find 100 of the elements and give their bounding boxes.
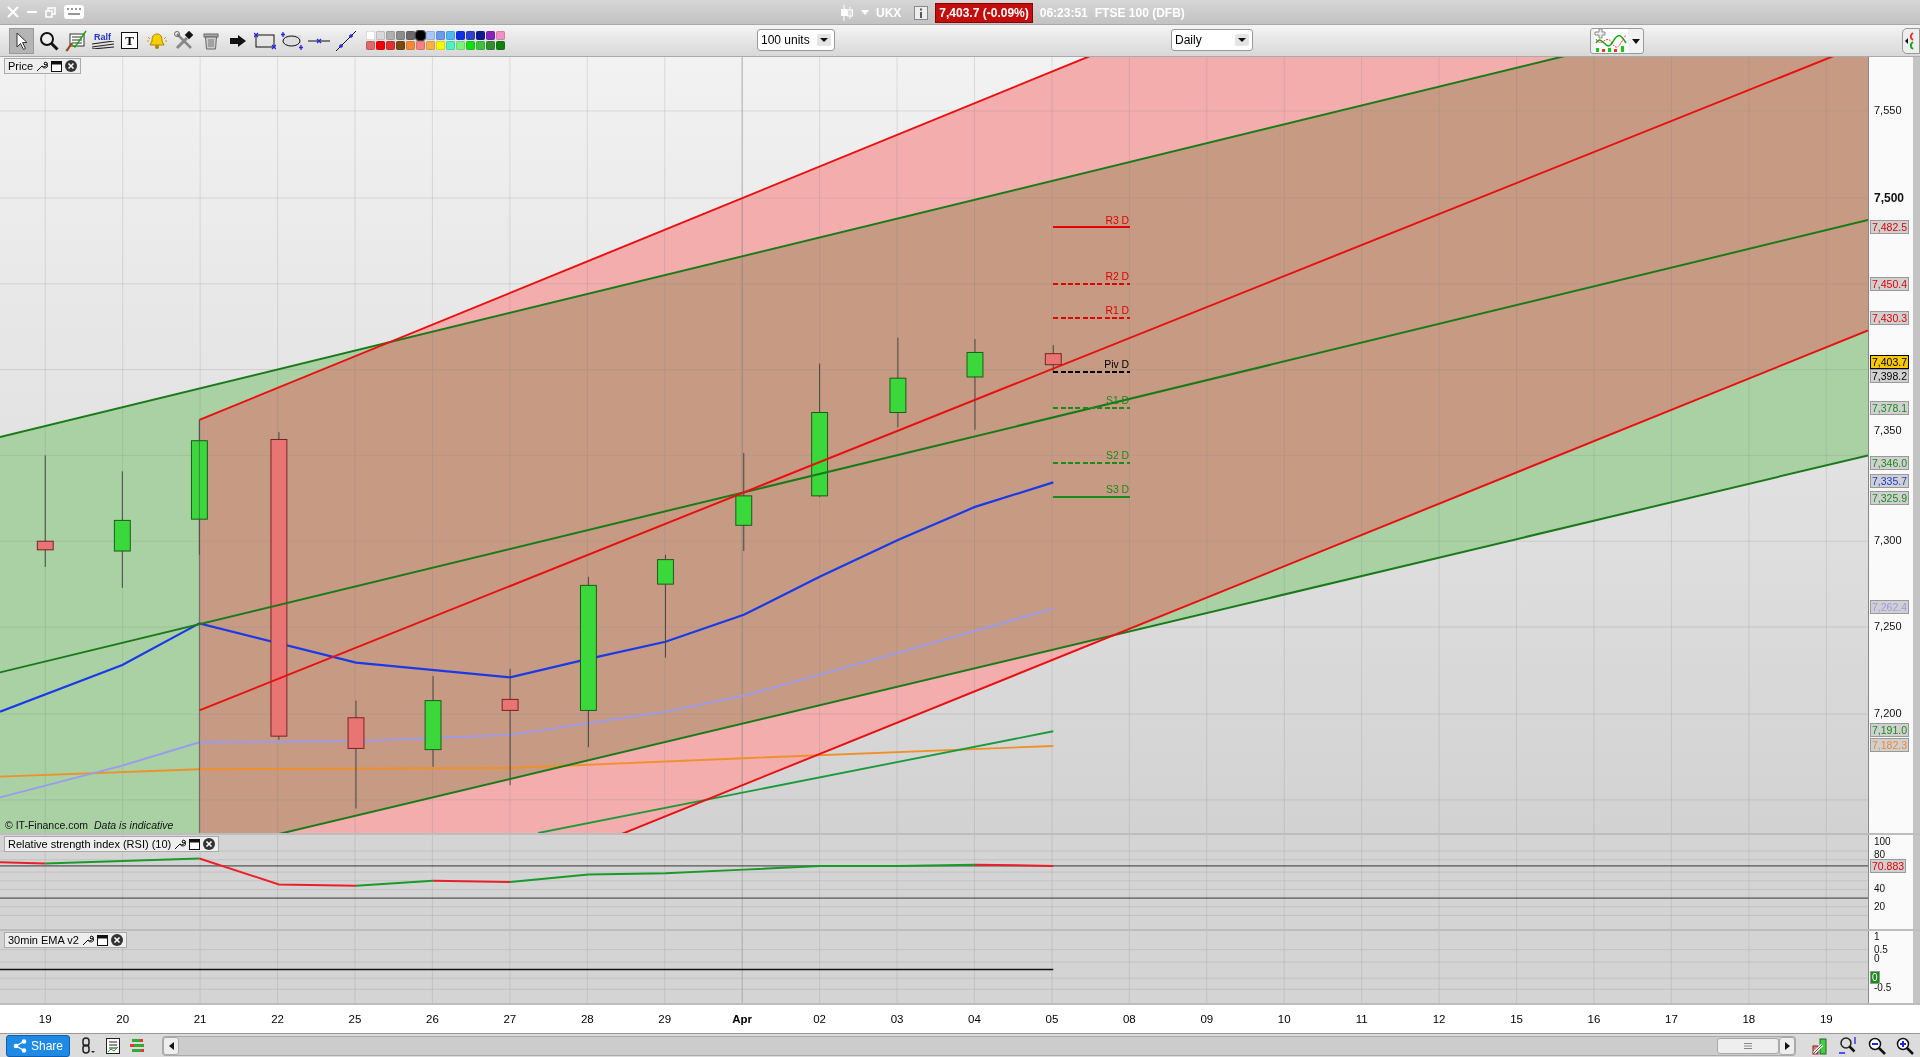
color-swatch[interactable] (426, 31, 435, 40)
price-tag: 7,346.0 (1870, 455, 1910, 470)
tools-icon (173, 30, 194, 51)
wrench-icon[interactable] (81, 934, 94, 946)
close-icon[interactable] (65, 60, 78, 72)
price-tag: 7,482.5 (1870, 220, 1910, 235)
pointer-tool-button[interactable] (9, 27, 34, 54)
caret-icon (1235, 34, 1249, 46)
candle-settings-icon[interactable] (1812, 1035, 1828, 1056)
right-arrow-icon (1784, 1041, 1790, 1050)
window-icon[interactable] (96, 934, 108, 946)
color-swatch[interactable] (396, 41, 405, 50)
date-label: 16 (1587, 1013, 1601, 1025)
window-icon[interactable] (51, 60, 63, 72)
scrollbar[interactable] (162, 1035, 1796, 1056)
window-icon[interactable] (189, 838, 201, 850)
color-swatch[interactable] (416, 41, 425, 50)
color-swatch[interactable] (476, 41, 485, 50)
color-swatch[interactable] (486, 31, 495, 40)
bars-icon[interactable] (130, 1037, 147, 1054)
grip-icon (1744, 1042, 1752, 1049)
date-label: 15 (1510, 1013, 1523, 1025)
date-label: 08 (1122, 1013, 1136, 1025)
scroll-right-button[interactable] (1779, 1036, 1795, 1055)
date-label: 12 (1432, 1013, 1446, 1025)
side-panel-button[interactable] (1902, 28, 1920, 54)
wrench-icon[interactable] (36, 60, 49, 72)
date-label: 18 (1742, 1013, 1756, 1025)
color-swatch[interactable] (436, 41, 445, 50)
share-button[interactable]: Share (6, 1034, 71, 1057)
close-icon[interactable] (203, 838, 216, 850)
price-tick-label: 7,350 (1874, 423, 1902, 436)
color-swatch[interactable] (406, 41, 415, 50)
parallel-lines-icon (91, 40, 114, 49)
color-swatch[interactable] (426, 41, 435, 50)
link-icon[interactable] (80, 1036, 97, 1055)
zoom-in-icon[interactable] (1896, 1036, 1914, 1055)
price-tick-label: 7,550 (1874, 103, 1902, 116)
ema-tick-label: 0 (1874, 953, 1880, 965)
text-tool-button[interactable]: T (117, 27, 142, 54)
close-icon[interactable] (110, 934, 123, 946)
trash-icon (202, 31, 219, 50)
fibonacci-tool-button[interactable]: Ralf (90, 27, 115, 54)
color-swatch[interactable] (416, 31, 425, 40)
caret-icon (1632, 38, 1640, 44)
color-swatch[interactable] (376, 41, 385, 50)
price-tag: 7,430.3 (1870, 311, 1910, 326)
color-swatch[interactable] (496, 41, 505, 50)
color-swatch[interactable] (466, 31, 475, 40)
info-icon[interactable] (914, 5, 929, 20)
pointer-icon (15, 31, 28, 50)
indicators-button[interactable] (1590, 28, 1644, 54)
color-swatch[interactable] (406, 31, 415, 40)
interval-dropdown[interactable]: Daily (1171, 29, 1253, 51)
ema-tick-label: 1 (1874, 931, 1880, 943)
color-swatch[interactable] (446, 31, 455, 40)
ema-tick-label: -0.5 (1874, 982, 1892, 994)
color-swatch[interactable] (456, 41, 465, 50)
color-swatch[interactable] (376, 31, 385, 40)
color-swatch[interactable] (366, 41, 375, 50)
date-label: 04 (968, 1013, 981, 1025)
date-label: 22 (271, 1013, 284, 1025)
zoom-fit-icon[interactable] (1838, 1035, 1858, 1056)
candlestick-icon[interactable] (840, 4, 854, 21)
date-label: 20 (116, 1013, 130, 1025)
panel-title: Relative strength index (RSI) (10) (8, 838, 172, 850)
color-swatch[interactable] (446, 41, 455, 50)
search-icon (38, 30, 59, 51)
document-chart-icon[interactable] (106, 1037, 121, 1054)
wrench-icon[interactable] (174, 838, 187, 850)
color-swatch[interactable] (496, 31, 505, 40)
color-swatch[interactable] (366, 31, 375, 40)
ellipse-icon (280, 31, 303, 50)
color-swatch[interactable] (466, 41, 475, 50)
pivot-level: S3 D (1053, 484, 1131, 499)
pivot-level: Piv D (1053, 359, 1131, 374)
date-label: 03 (890, 1013, 904, 1025)
date-label: 25 (348, 1013, 362, 1025)
date-label: 27 (503, 1013, 517, 1025)
color-swatch[interactable] (476, 31, 485, 40)
color-swatch[interactable] (436, 31, 445, 40)
date-label: Apr (732, 1013, 753, 1025)
date-label: 29 (658, 1013, 672, 1025)
color-swatch[interactable] (386, 41, 395, 50)
color-swatch[interactable] (396, 31, 405, 40)
left-arrow-icon (168, 1041, 174, 1050)
scroll-thumb[interactable] (1717, 1037, 1779, 1054)
units-dropdown[interactable]: 100 units (757, 29, 835, 51)
color-swatch[interactable] (456, 31, 465, 40)
color-swatch[interactable] (486, 41, 495, 50)
keyboard-icon[interactable] (64, 5, 84, 19)
rectangle-icon (253, 31, 276, 50)
zoom-out-icon[interactable] (1868, 1036, 1886, 1055)
date-label: 26 (426, 1013, 439, 1025)
share-icon (13, 1038, 27, 1053)
date-label: 17 (1665, 1013, 1678, 1025)
scroll-left-button[interactable] (163, 1036, 180, 1055)
disclaimer-text: Data is indicative (94, 819, 174, 831)
rsi-tick-label: 20 (1874, 900, 1886, 912)
color-swatch[interactable] (386, 31, 395, 40)
